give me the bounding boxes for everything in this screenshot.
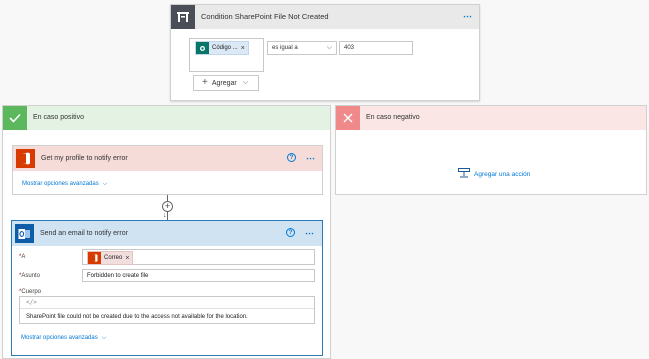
action-header-send-email[interactable]: Send an email to notify error ? ⋯ — [12, 221, 322, 246]
add-action-icon — [458, 168, 470, 180]
chevron-down-icon: ⌵ — [101, 335, 107, 341]
arrow-down-icon: ↓ — [163, 212, 167, 219]
condition-icon — [171, 5, 195, 29]
body-label: *Cuerpo — [19, 289, 42, 295]
branch-yes-title: En caso positivo — [33, 114, 84, 121]
add-action-button[interactable]: Agregar una acción — [458, 168, 530, 180]
subject-value: Forbidden to create file — [87, 273, 149, 279]
plus-icon: + — [202, 77, 208, 88]
action-card-send-email[interactable]: Send an email to notify error ? ⋯ *A Cor… — [11, 220, 323, 356]
to-token-label: Correo — [104, 255, 123, 261]
show-advanced-options-link[interactable]: Mostrar opciones avanzadas ⌵ — [21, 335, 106, 342]
condition-operator-select[interactable]: es igual a ⌵ — [267, 41, 337, 55]
help-icon[interactable]: ? — [287, 153, 296, 162]
more-options-icon[interactable]: ⋯ — [306, 154, 316, 163]
condition-title: Condition SharePoint File Not Created — [201, 12, 329, 21]
to-token[interactable]: Correo × — [87, 251, 134, 265]
office365-icon — [16, 149, 35, 168]
branch-no-header[interactable]: En caso negativo — [336, 106, 646, 130]
chevron-down-icon: ⌵ — [242, 79, 249, 86]
branch-yes-header[interactable]: En caso positivo — [3, 106, 330, 130]
condition-value: 403 — [344, 45, 355, 51]
condition-operator-value: es igual a — [272, 45, 298, 51]
subject-field[interactable]: Forbidden to create file — [82, 269, 315, 282]
condition-card[interactable]: Condition SharePoint File Not Created ⋯ … — [170, 4, 480, 101]
chevron-down-icon: ⌵ — [326, 44, 332, 51]
check-icon — [3, 106, 27, 130]
branch-no-title: En caso negativo — [366, 114, 420, 121]
body-toolbar-divider — [20, 308, 314, 309]
token-remove-icon[interactable]: × — [125, 255, 132, 262]
condition-value-input[interactable]: 403 — [339, 41, 413, 55]
branch-no: En caso negativo Agregar una acción — [335, 105, 647, 195]
help-icon[interactable]: ? — [286, 228, 295, 237]
sharepoint-icon — [196, 42, 209, 54]
chevron-down-icon: ⌵ — [102, 181, 108, 187]
close-icon — [336, 106, 360, 130]
to-label: *A — [19, 254, 26, 260]
condition-token[interactable]: Código ... × — [195, 41, 249, 55]
action-title-send-email: Send an email to notify error — [40, 230, 128, 237]
office365-icon — [88, 252, 101, 264]
condition-token-label: Código ... — [212, 45, 238, 51]
token-remove-icon[interactable]: × — [241, 45, 248, 52]
more-options-icon[interactable]: ⋯ — [305, 229, 315, 238]
insert-step-button[interactable]: + — [162, 201, 173, 212]
outlook-icon — [15, 224, 34, 243]
action-header-get-profile[interactable]: Get my profile to notify error ? ⋯ — [13, 146, 322, 171]
add-action-label: Agregar una acción — [474, 170, 531, 178]
action-card-get-profile[interactable]: Get my profile to notify error ? ⋯ Mostr… — [12, 145, 323, 195]
action-title-get-profile: Get my profile to notify error — [41, 155, 128, 162]
body-field[interactable]: </> SharePoint file could not be created… — [19, 296, 315, 324]
add-condition-label: Agregar — [211, 79, 237, 87]
subject-label: *Asunto — [19, 273, 41, 279]
add-condition-button[interactable]: + Agregar ⌵ — [193, 75, 259, 91]
body-value: SharePoint file could not be created due… — [26, 314, 248, 320]
condition-more-icon[interactable]: ⋯ — [463, 12, 473, 21]
to-field[interactable]: Correo × — [82, 249, 315, 265]
code-view-icon[interactable]: </> — [26, 299, 37, 306]
show-advanced-label: Mostrar opciones avanzadas — [21, 335, 98, 341]
show-advanced-label: Mostrar opciones avanzadas — [22, 181, 99, 187]
show-advanced-options-link[interactable]: Mostrar opciones avanzadas ⌵ — [22, 181, 107, 188]
condition-header[interactable]: Condition SharePoint File Not Created ⋯ — [171, 5, 479, 29]
